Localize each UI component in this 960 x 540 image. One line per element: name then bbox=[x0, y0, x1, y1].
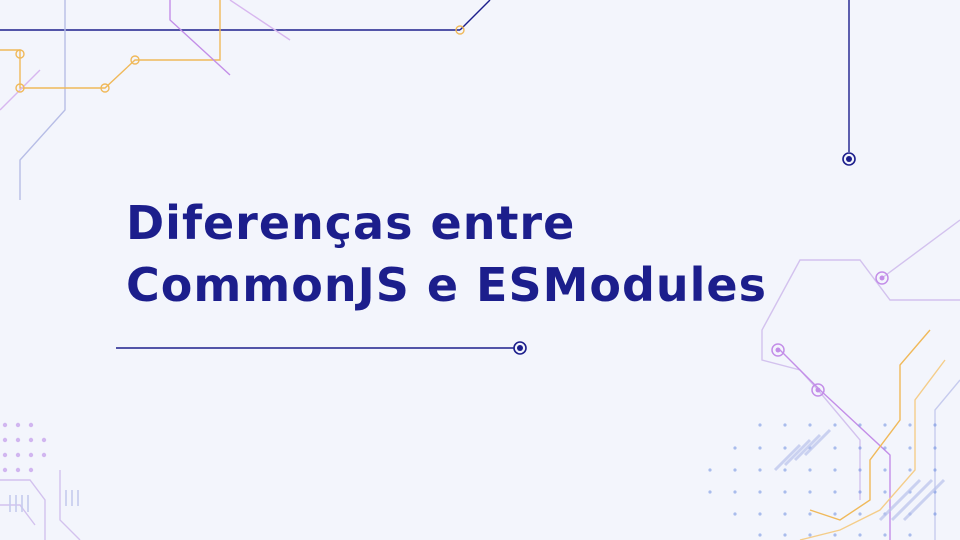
slide: Diferenças entre CommonJS e ESModules bbox=[0, 0, 960, 540]
page-title: Diferenças entre CommonJS e ESModules bbox=[126, 192, 767, 316]
title-line-1: Diferenças entre bbox=[126, 196, 576, 250]
title-line-2: CommonJS e ESModules bbox=[126, 258, 767, 312]
